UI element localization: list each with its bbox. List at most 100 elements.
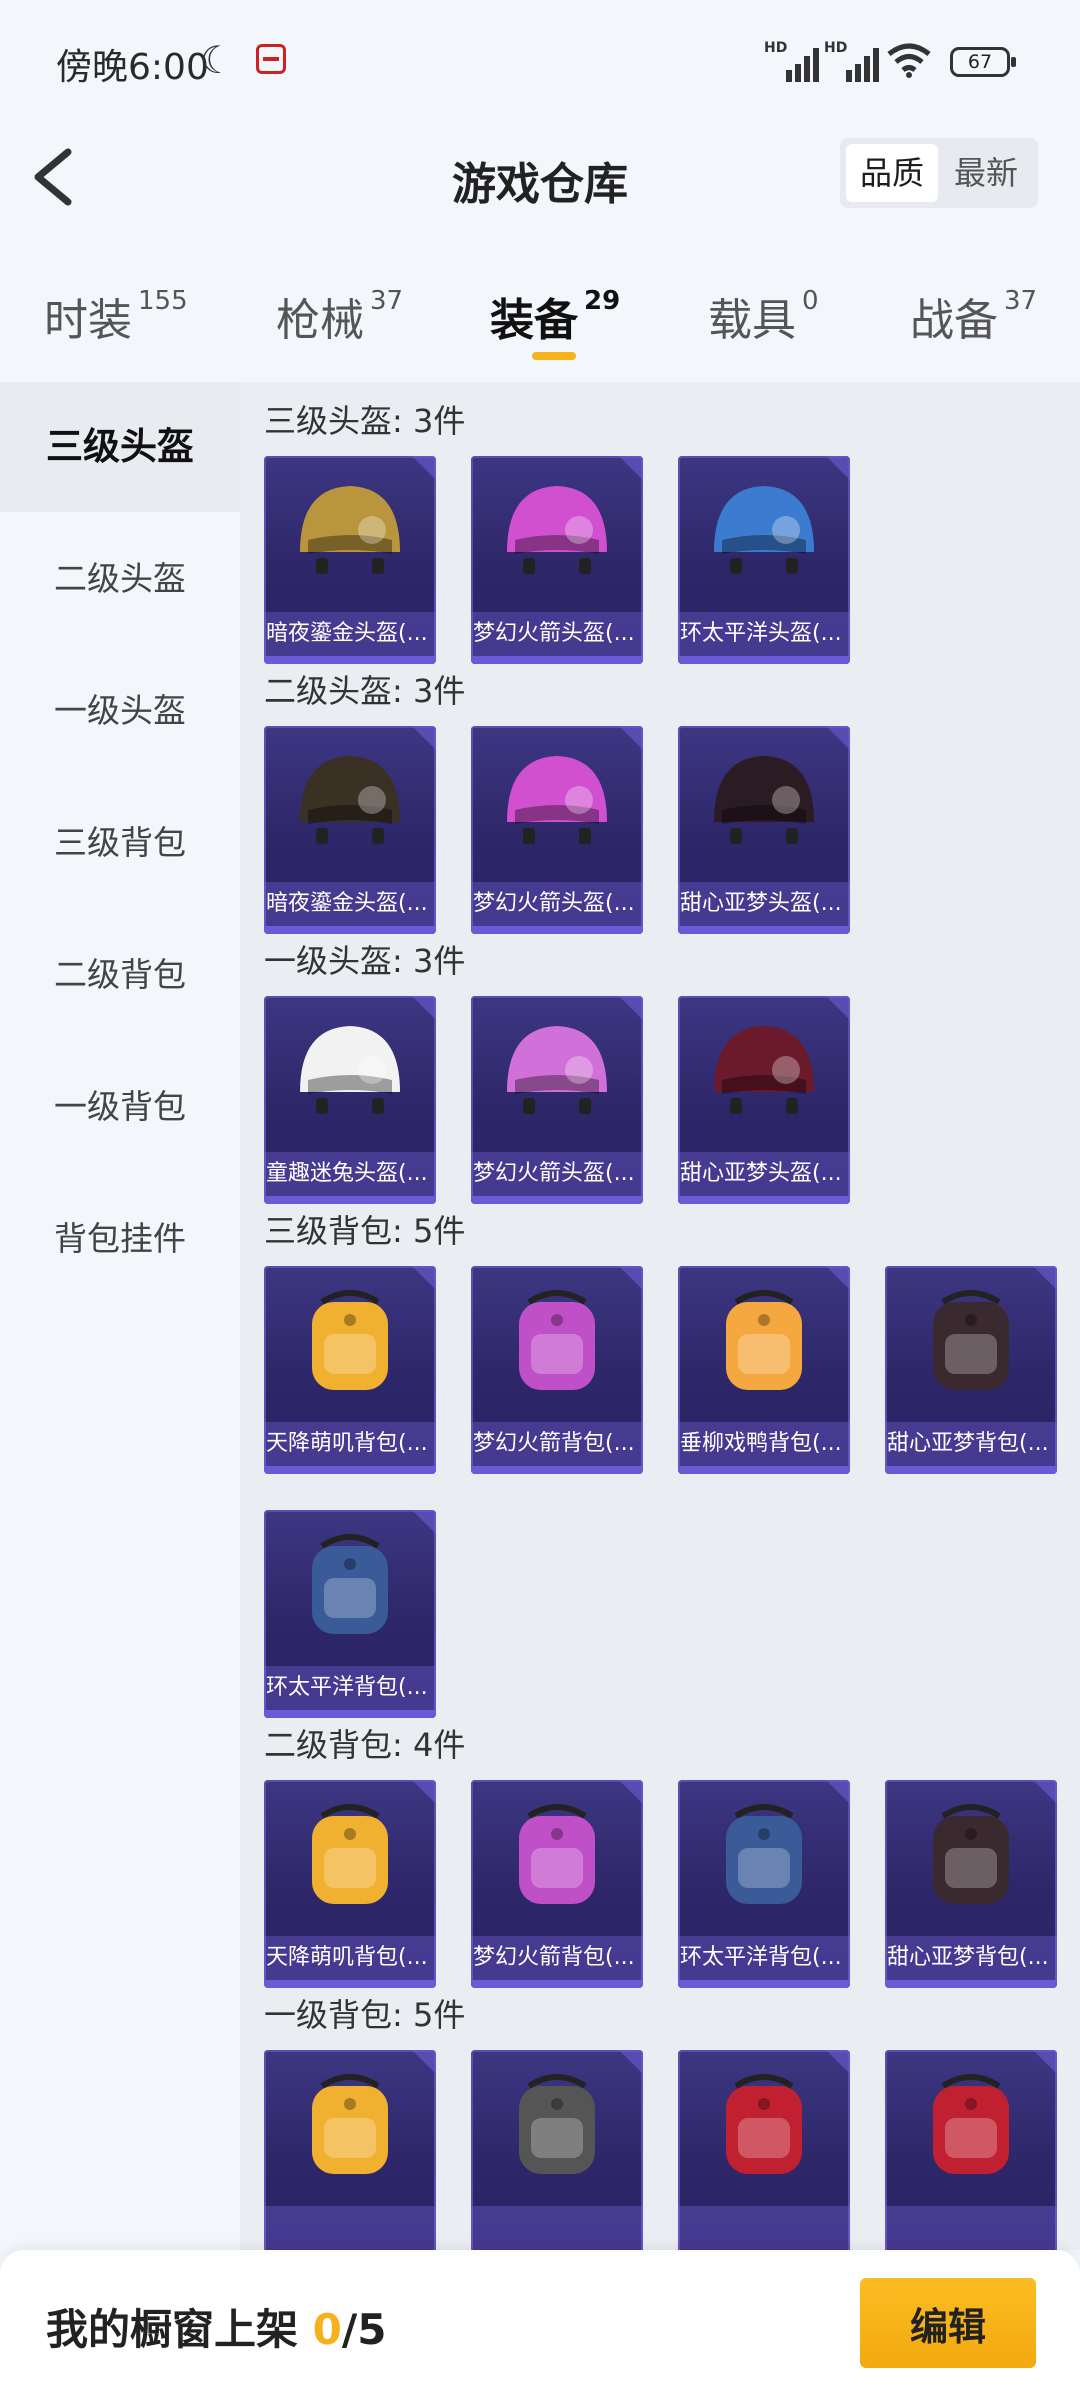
showcase-status: 我的橱窗上架 0/5: [46, 2305, 387, 2354]
active-tab-indicator: [532, 352, 576, 360]
pacific-backpack-icon: [700, 1794, 828, 1914]
card-corner-decoration: [412, 1780, 436, 1804]
item-name: 梦幻火箭头盔(...: [471, 882, 643, 926]
rocket-helmet-icon: [493, 470, 621, 590]
item-card[interactable]: 梦幻火箭头盔(...: [471, 456, 643, 664]
card-corner-decoration: [412, 1266, 436, 1290]
sidebar: 三级头盔 二级头盔 一级头盔 三级背包 二级背包 一级背包 背包挂件: [0, 382, 240, 2400]
item-card[interactable]: 甜心亚梦头盔(...: [678, 996, 850, 1204]
sidebar-item-level1-helmet[interactable]: 一级头盔: [0, 646, 240, 776]
section-title: 一级头盔: 3件: [264, 942, 466, 980]
item-card[interactable]: 梦幻火箭背包(...: [471, 1266, 643, 1474]
item-card[interactable]: [885, 2050, 1057, 2250]
category-tabs: 时装 155 枪械 37 装备 29 载具 0 战备 37: [0, 260, 1080, 370]
status-time: 傍晚6:00: [56, 47, 209, 88]
card-corner-decoration: [826, 456, 850, 480]
item-name: 甜心亚梦背包(...: [885, 1936, 1057, 1980]
cat-backpack-icon: [907, 2064, 1035, 2184]
item-name: 甜心亚梦头盔(...: [678, 1152, 850, 1196]
card-corner-decoration: [412, 996, 436, 1020]
tab-vehicles[interactable]: 载具 0: [708, 284, 819, 348]
card-corner-decoration: [1033, 1266, 1057, 1290]
sidebar-item-backpack-charm[interactable]: 背包挂件: [0, 1174, 240, 1304]
item-card[interactable]: 甜心亚梦头盔(...: [678, 726, 850, 934]
item-name: [471, 2206, 643, 2250]
yellow-backpack-icon: [286, 1794, 414, 1914]
rocket-backpack-icon: [493, 2064, 621, 2184]
card-corner-decoration: [826, 2050, 850, 2074]
item-card[interactable]: 甜心亚梦背包(...: [885, 1780, 1057, 1988]
item-name: 垂柳戏鸭背包(...: [678, 1422, 850, 1466]
yellow-backpack-icon: [286, 2064, 414, 2184]
item-name: 梦幻火箭背包(...: [471, 1936, 643, 1980]
item-name: 环太平洋背包(...: [678, 1936, 850, 1980]
app-notification-icon: [256, 44, 286, 74]
item-card[interactable]: 梦幻火箭头盔(...: [471, 726, 643, 934]
item-name: 环太平洋头盔(...: [678, 612, 850, 656]
item-card[interactable]: 天降萌叽背包(...: [264, 1266, 436, 1474]
item-card[interactable]: 天降萌叽背包(...: [264, 1780, 436, 1988]
item-name: [264, 2206, 436, 2250]
item-card[interactable]: 甜心亚梦背包(...: [885, 1266, 1057, 1474]
tab-fashion[interactable]: 时装 155: [44, 284, 188, 348]
cat-backpack-icon: [907, 1280, 1035, 1400]
section-title: 二级背包: 4件: [264, 1726, 466, 1764]
item-card[interactable]: 暗夜鎏金头盔(...: [264, 726, 436, 934]
card-corner-decoration: [619, 2050, 643, 2074]
section-title: 二级头盔: 3件: [264, 672, 466, 710]
card-corner-decoration: [412, 2050, 436, 2074]
item-card[interactable]: [471, 2050, 643, 2250]
sidebar-item-level2-backpack[interactable]: 二级背包: [0, 910, 240, 1040]
card-corner-decoration: [619, 1780, 643, 1804]
cat-helmet-icon: [700, 740, 828, 860]
item-card[interactable]: 梦幻火箭背包(...: [471, 1780, 643, 1988]
tab-equipment[interactable]: 装备 29: [490, 284, 620, 348]
card-corner-decoration: [619, 996, 643, 1020]
moon-icon: ☾: [200, 38, 235, 82]
item-name: [885, 2206, 1057, 2250]
edit-button[interactable]: 编辑: [860, 2278, 1036, 2368]
cat-helmet-icon: [700, 1010, 828, 1130]
sidebar-item-level3-backpack[interactable]: 三级背包: [0, 778, 240, 908]
item-name: 天降萌叽背包(...: [264, 1422, 436, 1466]
pacific-helmet-icon: [700, 470, 828, 590]
tab-weapons[interactable]: 枪械 37: [276, 284, 403, 348]
item-name: 梦幻火箭背包(...: [471, 1422, 643, 1466]
sidebar-item-level1-backpack[interactable]: 一级背包: [0, 1042, 240, 1172]
status-bar: 傍晚6:00 ☾ HD HD 67: [0, 0, 1080, 120]
item-card[interactable]: 环太平洋头盔(...: [678, 456, 850, 664]
card-corner-decoration: [826, 1266, 850, 1290]
item-name: 甜心亚梦头盔(...: [678, 882, 850, 926]
sort-toggle[interactable]: 品质 最新: [840, 138, 1038, 208]
item-card[interactable]: [264, 2050, 436, 2250]
cat-backpack-icon: [907, 1794, 1035, 1914]
cat-backpack-icon: [700, 2064, 828, 2184]
item-card[interactable]: [678, 2050, 850, 2250]
item-card[interactable]: 垂柳戏鸭背包(...: [678, 1266, 850, 1474]
card-corner-decoration: [412, 726, 436, 750]
sidebar-item-level2-helmet[interactable]: 二级头盔: [0, 514, 240, 644]
rocket-backpack-icon: [493, 1794, 621, 1914]
header: 游戏仓库 品质 最新: [0, 120, 1080, 230]
card-corner-decoration: [619, 456, 643, 480]
card-corner-decoration: [412, 1510, 436, 1534]
item-card[interactable]: 梦幻火箭头盔(...: [471, 996, 643, 1204]
sidebar-item-level3-helmet[interactable]: 三级头盔: [0, 382, 240, 512]
tab-supplies[interactable]: 战备 37: [910, 284, 1037, 348]
rocket-helmet-icon: [493, 1010, 621, 1130]
item-card[interactable]: 环太平洋背包(...: [264, 1510, 436, 1718]
section-title: 三级头盔: 3件: [264, 402, 466, 440]
wifi-icon: [887, 43, 931, 78]
card-corner-decoration: [619, 1266, 643, 1290]
item-name: [678, 2206, 850, 2250]
item-card[interactable]: 童趣迷兔头盔(...: [264, 996, 436, 1204]
item-card[interactable]: 环太平洋背包(...: [678, 1780, 850, 1988]
bunny-helmet-icon: [286, 1010, 414, 1130]
sort-newest-button[interactable]: 最新: [940, 144, 1032, 202]
signal-icon-2: HD: [824, 40, 880, 82]
item-name: 环太平洋背包(...: [264, 1666, 436, 1710]
item-name: 暗夜鎏金头盔(...: [264, 612, 436, 656]
sort-quality-button[interactable]: 品质: [846, 144, 938, 202]
item-card[interactable]: 暗夜鎏金头盔(...: [264, 456, 436, 664]
golden-helmet-icon: [286, 470, 414, 590]
